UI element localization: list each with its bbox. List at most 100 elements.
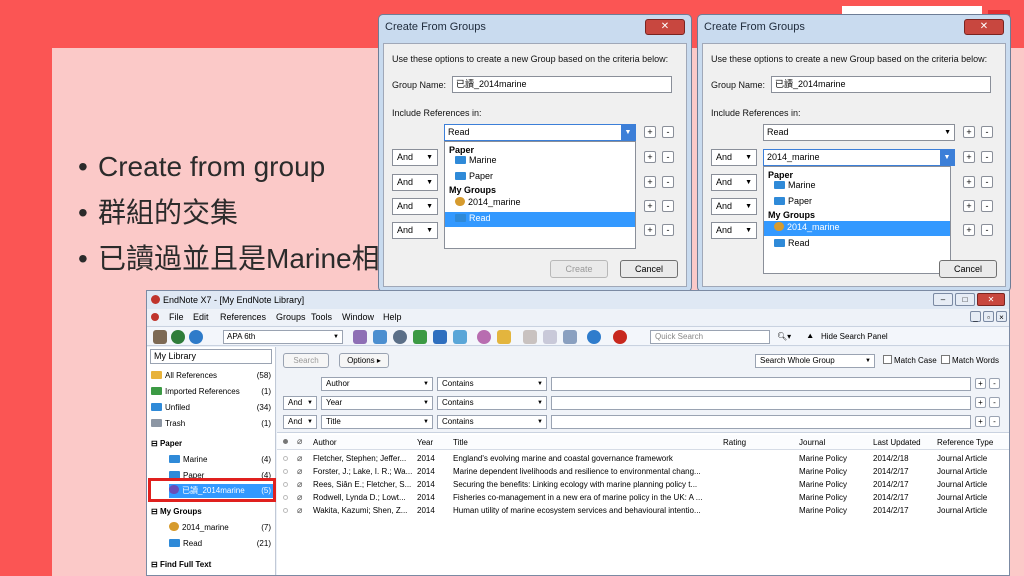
group-set-paper[interactable]: ⊟ Paper: [151, 437, 273, 451]
boolean-select[interactable]: And ▼: [392, 149, 438, 166]
search-button[interactable]: Search: [283, 353, 329, 368]
menu-groups[interactable]: Groups: [276, 309, 306, 325]
boolean-select[interactable]: And ▼: [711, 222, 757, 239]
close-button[interactable]: ✕: [977, 293, 1005, 306]
annotate-icon[interactable]: [563, 330, 577, 344]
remove-row-button[interactable]: -: [662, 151, 674, 163]
group-trash[interactable]: Trash (1): [151, 417, 273, 431]
add-row-button[interactable]: +: [963, 151, 975, 163]
match-words-checkbox[interactable]: Match Words: [941, 355, 999, 367]
search-bool-select[interactable]: And ▼: [283, 415, 317, 429]
mdi-restore-button[interactable]: ▫: [983, 311, 994, 322]
group-all-references[interactable]: All References (58): [151, 369, 273, 383]
output-style-select[interactable]: APA 6th ▼: [223, 330, 343, 344]
import-icon[interactable]: [413, 330, 427, 344]
dropdown-item-read[interactable]: Read: [445, 212, 635, 227]
create-button[interactable]: Create: [550, 260, 608, 278]
add-row-button[interactable]: +: [644, 176, 656, 188]
add-row-button[interactable]: +: [963, 126, 975, 138]
column-header-rating[interactable]: Rating: [723, 436, 793, 449]
search-term-input[interactable]: [551, 377, 971, 391]
add-row-button[interactable]: +: [644, 126, 656, 138]
group-imported-references[interactable]: Imported References (1): [151, 385, 273, 399]
menu-file[interactable]: File: [169, 309, 184, 325]
group-unfiled[interactable]: Unfiled (34): [151, 401, 273, 415]
online-search-icon[interactable]: [393, 330, 407, 344]
remove-row-button[interactable]: -: [981, 126, 993, 138]
remove-search-row-button[interactable]: -: [989, 378, 1000, 389]
mdi-minimize-button[interactable]: _: [970, 311, 981, 322]
online-search-mode-icon[interactable]: [171, 330, 185, 344]
search-term-input[interactable]: [551, 396, 971, 410]
column-header-reference-type[interactable]: Reference Type: [937, 436, 1011, 449]
quick-search-input[interactable]: Quick Search: [650, 330, 770, 344]
remove-row-button[interactable]: -: [981, 151, 993, 163]
search-term-input[interactable]: [551, 415, 971, 429]
search-field-select[interactable]: Year ▼: [321, 396, 433, 410]
group-combo-1[interactable]: Read ▼: [763, 124, 955, 141]
edit-reference-icon[interactable]: [543, 330, 557, 344]
boolean-select[interactable]: And ▼: [711, 174, 757, 191]
options-button[interactable]: Options ▸: [339, 353, 389, 368]
hide-search-panel-button[interactable]: Hide Search Panel: [821, 327, 888, 347]
remove-row-button[interactable]: -: [662, 224, 674, 236]
remove-row-button[interactable]: -: [981, 224, 993, 236]
insert-citation-icon[interactable]: [353, 330, 367, 344]
local-library-mode-icon[interactable]: [153, 330, 167, 344]
dropdown-item-marine[interactable]: Marine: [764, 179, 950, 192]
search-operator-select[interactable]: Contains ▼: [437, 415, 547, 429]
group-name-input[interactable]: 已讀_2014marine: [452, 76, 672, 93]
remove-search-row-button[interactable]: -: [989, 416, 1000, 427]
column-header-journal[interactable]: Journal: [799, 436, 869, 449]
dropdown-item-read[interactable]: Read: [764, 237, 950, 250]
read-status-icon[interactable]: [283, 508, 288, 513]
remove-search-row-button[interactable]: -: [989, 397, 1000, 408]
group-combo-2[interactable]: 2014_marine ▼: [763, 149, 955, 166]
group-set-my-groups[interactable]: ⊟ My Groups: [151, 505, 273, 519]
match-case-checkbox[interactable]: Match Case: [883, 355, 937, 367]
read-status-icon[interactable]: [283, 469, 288, 474]
close-button[interactable]: ✕: [645, 19, 685, 35]
add-search-row-button[interactable]: +: [975, 416, 986, 427]
column-header-last-updated[interactable]: Last Updated: [873, 436, 933, 449]
add-row-button[interactable]: +: [963, 200, 975, 212]
remove-row-button[interactable]: -: [662, 200, 674, 212]
search-scope-select[interactable]: Search Whole Group ▼: [755, 354, 875, 368]
open-link-icon[interactable]: [477, 330, 491, 344]
table-row[interactable]: ⌀ Rodwell, Lynda D.; Lowt... 2014 Fisheries…: [277, 491, 1009, 504]
open-file-icon[interactable]: [497, 330, 511, 344]
menu-references[interactable]: References: [220, 309, 266, 325]
read-status-icon[interactable]: [283, 495, 288, 500]
format-bibliography-icon[interactable]: [373, 330, 387, 344]
add-search-row-button[interactable]: +: [975, 397, 986, 408]
search-field-select[interactable]: Author ▼: [321, 377, 433, 391]
dropdown-item-2014-marine[interactable]: 2014_marine: [764, 221, 950, 236]
add-row-button[interactable]: +: [644, 151, 656, 163]
dropdown-item-2014-marine[interactable]: 2014_marine: [445, 196, 635, 209]
read-status-icon[interactable]: [283, 456, 288, 461]
maximize-button[interactable]: □: [955, 293, 975, 306]
group-marine[interactable]: Marine (4): [169, 453, 273, 467]
table-row[interactable]: ⌀ Rees, Siân E.; Fletcher, S... 2014 Securi…: [277, 478, 1009, 491]
add-search-row-button[interactable]: +: [975, 378, 986, 389]
search-icon[interactable]: 🔍︎▾: [777, 327, 791, 347]
boolean-select[interactable]: And ▼: [711, 198, 757, 215]
search-operator-select[interactable]: Contains ▼: [437, 377, 547, 391]
search-bool-select[interactable]: And ▼: [283, 396, 317, 410]
menu-edit[interactable]: Edit: [193, 309, 209, 325]
boolean-select[interactable]: And ▼: [711, 149, 757, 166]
remove-row-button[interactable]: -: [981, 200, 993, 212]
dropdown-item-marine[interactable]: Marine: [445, 154, 635, 167]
group-set-find-full-text[interactable]: ⊟ Find Full Text: [151, 558, 273, 572]
find-full-text-icon[interactable]: [453, 330, 467, 344]
close-button[interactable]: ✕: [964, 19, 1004, 35]
integrated-library-mode-icon[interactable]: [189, 330, 203, 344]
cancel-button[interactable]: Cancel: [620, 260, 678, 278]
add-row-button[interactable]: +: [644, 200, 656, 212]
table-row[interactable]: ⌀ Forster, J.; Lake, I. R.; Wa... 2014 Mari…: [277, 465, 1009, 478]
boolean-select[interactable]: And ▼: [392, 222, 438, 239]
table-row[interactable]: ⌀ Fletcher, Stephen; Jeffer... 2014 England…: [277, 452, 1009, 465]
mdi-close-button[interactable]: ×: [996, 311, 1007, 322]
boolean-select[interactable]: And ▼: [392, 174, 438, 191]
new-reference-icon[interactable]: [523, 330, 537, 344]
